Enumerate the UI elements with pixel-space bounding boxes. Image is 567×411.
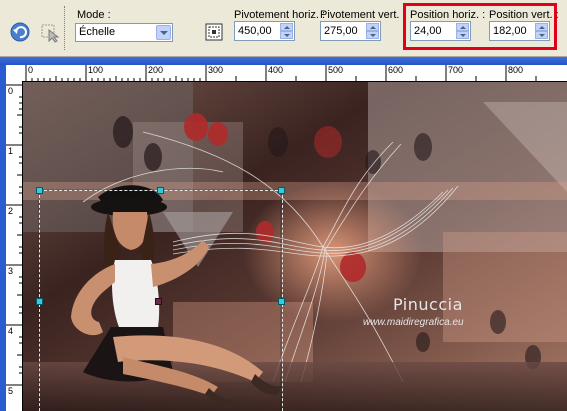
pivot-vert-label: Pivotement vert. :: [320, 9, 406, 21]
pivot-horiz-field[interactable]: 450,00: [234, 21, 295, 41]
ruler-tick-label: 1: [8, 146, 14, 156]
spin-down-icon[interactable]: [280, 31, 293, 39]
pivot-vert-field[interactable]: 275,00: [320, 21, 381, 41]
ruler-vertical: 0 1 2 3 4 5: [6, 81, 23, 411]
ruler-tick-label: 400: [268, 65, 284, 75]
spin-down-icon[interactable]: [535, 31, 548, 39]
spin-up-icon[interactable]: [366, 23, 379, 31]
ruler-tick-label: 5: [8, 386, 14, 396]
ruler-corner: [6, 65, 22, 81]
ruler-tick-label: 3: [8, 266, 14, 276]
mode-value: Échelle: [79, 26, 116, 38]
select-tool-icon: [41, 24, 60, 43]
deform-handle[interactable]: [36, 187, 43, 194]
undo-icon: [10, 22, 30, 42]
image-window-titlebar[interactable]: [0, 57, 567, 65]
pivot-vert-value: 275,00: [324, 25, 358, 37]
spin-down-icon[interactable]: [366, 31, 379, 39]
pivot-horiz-label: Pivotement horiz. :: [234, 9, 326, 21]
deform-handle[interactable]: [157, 187, 164, 194]
ruler-tick-label: 0: [28, 65, 34, 75]
spin-up-icon[interactable]: [456, 23, 469, 31]
ruler-tick-label: 700: [448, 65, 464, 75]
ruler-horizontal: 0 100 200 300 400 500 600 700 800: [22, 65, 567, 82]
tool-options-toolbar: Mode : Échelle Pivotement horiz. : 450,0…: [0, 0, 567, 57]
ruler-tick-label: 0: [8, 86, 14, 96]
ruler-tick-label: 4: [8, 326, 14, 336]
ruler-tick-label: 2: [8, 206, 14, 216]
mode-select[interactable]: Échelle: [75, 23, 173, 42]
position-horiz-value: 24,00: [414, 25, 442, 37]
deform-handle[interactable]: [278, 187, 285, 194]
image-canvas[interactable]: Pinuccia www.maidiregrafica.eu: [23, 82, 567, 411]
watermark-name: Pinuccia: [393, 295, 463, 314]
ruler-tick-label: 600: [388, 65, 404, 75]
position-horiz-label: Position horiz. :: [410, 9, 486, 21]
toolbar-grip[interactable]: [64, 6, 68, 50]
position-horiz-field[interactable]: 24,00: [410, 21, 471, 41]
ruler-tick-label: 200: [148, 65, 164, 75]
undo-button[interactable]: [6, 18, 34, 46]
pivot-handle[interactable]: [155, 298, 162, 305]
position-vert-label: Position vert. :: [489, 9, 559, 21]
spin-down-icon[interactable]: [456, 31, 469, 39]
mode-label: Mode :: [77, 9, 111, 21]
watermark-site: www.maidiregrafica.eu: [363, 317, 464, 328]
ruler-tick-label: 500: [328, 65, 344, 75]
chevron-down-icon[interactable]: [156, 25, 171, 40]
select-tool-button[interactable]: [36, 18, 64, 46]
spin-up-icon[interactable]: [535, 23, 548, 31]
position-vert-value: 182,00: [493, 25, 527, 37]
ruler-tick-label: 800: [508, 65, 524, 75]
pivot-icon[interactable]: [205, 23, 223, 41]
pivot-horiz-value: 450,00: [238, 25, 272, 37]
position-vert-field[interactable]: 182,00: [489, 21, 550, 41]
ruler-tick-label: 100: [88, 65, 104, 75]
spin-up-icon[interactable]: [280, 23, 293, 31]
ruler-tick-label: 300: [208, 65, 224, 75]
deform-handle[interactable]: [36, 298, 43, 305]
deform-handle[interactable]: [278, 298, 285, 305]
